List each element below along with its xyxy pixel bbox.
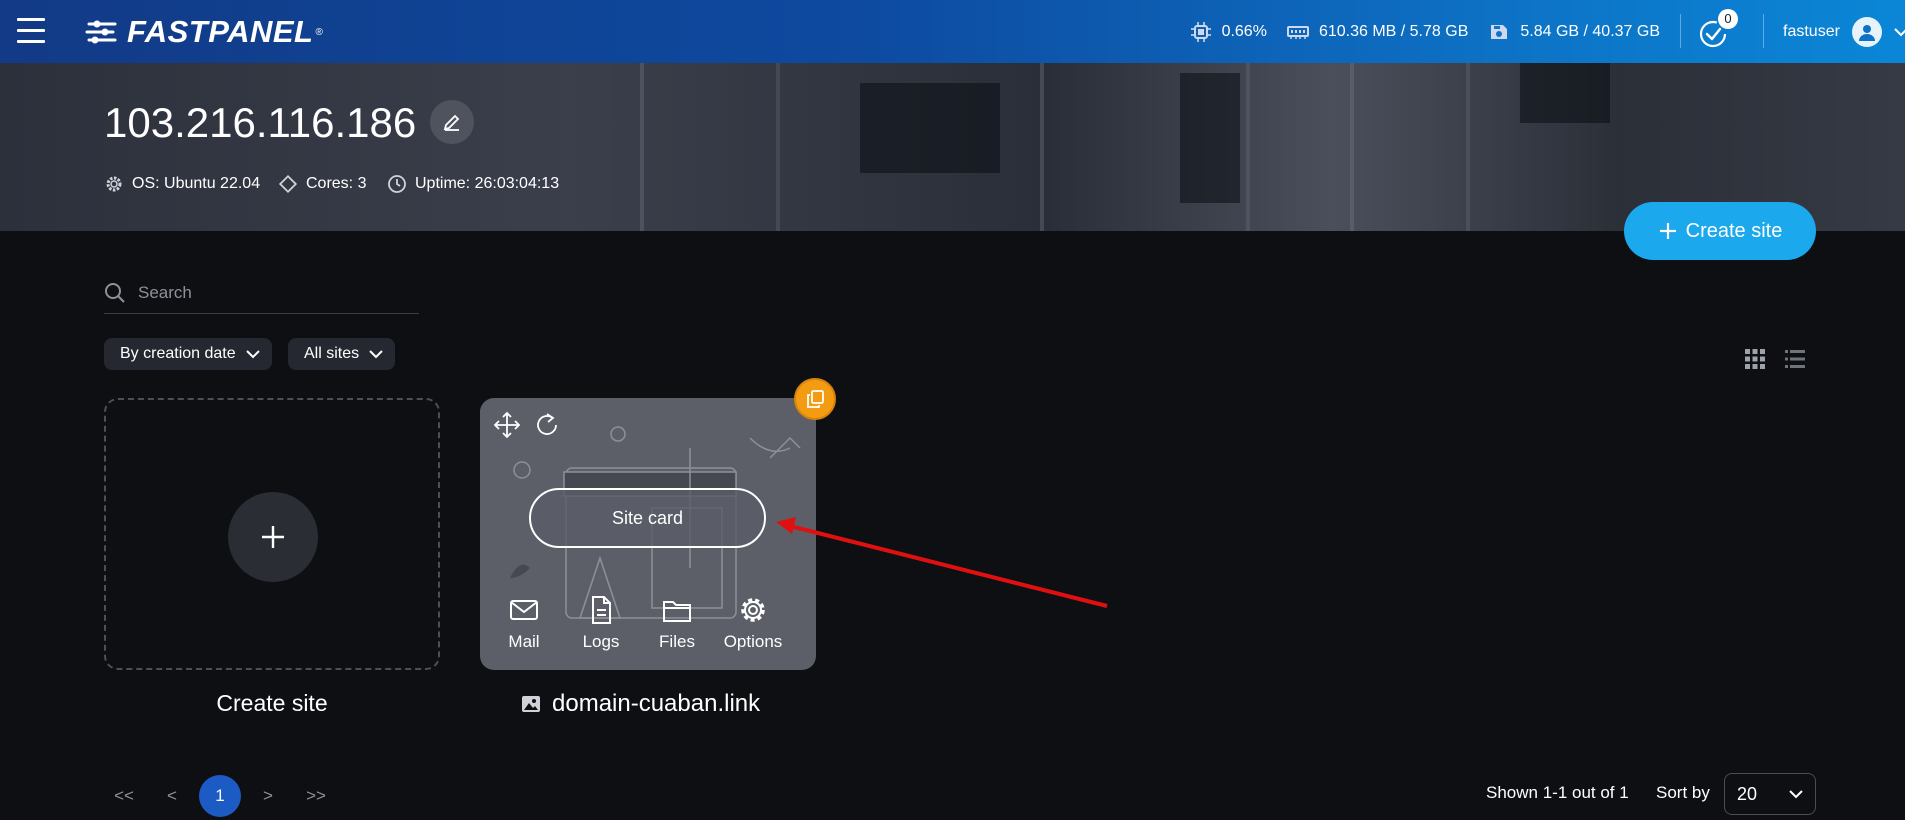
os-info: OS: Ubuntu 22.04 — [104, 174, 260, 194]
mail-action[interactable]: Mail — [489, 594, 559, 652]
prev-page-button[interactable]: < — [148, 786, 196, 806]
server-ip: 103.216.116.186 — [104, 99, 417, 146]
logs-label: Logs — [582, 632, 620, 651]
cpu-value: 0.66% — [1221, 22, 1267, 40]
os-label: OS: Ubuntu 22.04 — [132, 175, 261, 192]
files-action[interactable]: Files — [642, 594, 712, 652]
page-size-select[interactable]: 20 — [1724, 773, 1816, 815]
gear-icon — [106, 176, 122, 192]
disk-value: 5.84 GB / 40.37 GB — [1520, 22, 1660, 40]
image-icon — [522, 696, 540, 712]
add-site-button[interactable] — [228, 492, 318, 582]
disk-icon — [1491, 24, 1508, 39]
create-site-label: Create site — [1685, 219, 1783, 242]
cpu-diamond-icon — [278, 174, 298, 194]
annotation-arrow — [776, 517, 1108, 608]
sort-filter-label: By creation date — [120, 345, 236, 362]
options-action[interactable]: Options — [718, 594, 788, 652]
page-size-value: 20 — [1737, 783, 1758, 804]
ram-value: 610.36 MB / 5.78 GB — [1318, 22, 1469, 40]
divider — [1680, 14, 1681, 48]
resource-stats: 0.66% 610.36 MB / 5.78 GB 5.84 GB / 40.3… — [1190, 0, 1660, 63]
open-site-card-button[interactable]: Site card — [529, 488, 766, 548]
folder-icon — [663, 601, 691, 622]
next-page-button[interactable]: > — [244, 786, 292, 806]
mail-icon — [510, 600, 538, 620]
chevron-down-icon — [1789, 790, 1803, 799]
hero-background-decor — [640, 63, 780, 231]
copy-icon — [807, 390, 824, 408]
cpu-icon — [1190, 21, 1211, 42]
shown-count: Shown 1-1 out of 1 — [1486, 783, 1629, 802]
mail-label: Mail — [508, 632, 540, 651]
menu-icon[interactable] — [17, 18, 45, 44]
last-page-button[interactable]: >> — [292, 786, 340, 806]
cores-info: Cores: 3 — [278, 174, 366, 194]
hero-background-decor — [1180, 73, 1240, 203]
search-input[interactable] — [138, 282, 398, 303]
brand-registered: ® — [315, 26, 323, 38]
user-menu[interactable]: fastuser — [1783, 0, 1905, 63]
plus-icon — [1659, 223, 1676, 239]
chevron-down-icon — [245, 350, 260, 359]
sort-filter-dropdown[interactable]: By creation date — [104, 338, 272, 370]
pagination: << < 1 > >> — [100, 775, 340, 817]
plus-icon — [262, 526, 284, 548]
user-icon — [1858, 24, 1875, 41]
move-icon[interactable] — [492, 410, 522, 440]
gear-icon — [741, 598, 765, 622]
notification-count: 0 — [1718, 9, 1738, 29]
memory-icon — [1286, 25, 1309, 39]
search-box — [104, 272, 419, 314]
logo-mark-icon — [85, 20, 117, 44]
scope-filter-dropdown[interactable]: All sites — [288, 338, 396, 370]
top-bar: FASTPANEL ® 0.66% 610.36 MB / 5.78 GB 5.… — [0, 0, 1905, 63]
ram-stat: 610.36 MB / 5.78 GB — [1286, 21, 1469, 43]
cpu-stat: 0.66% — [1190, 21, 1267, 43]
create-site-caption: Create site — [216, 690, 328, 716]
uptime-label: Uptime: 26:03:04:13 — [415, 175, 560, 192]
cores-label: Cores: 3 — [306, 175, 367, 192]
site-name: domain-cuaban.link — [552, 690, 761, 717]
hero-background-decor — [1520, 63, 1610, 123]
notifications-button[interactable]: 0 — [1697, 9, 1738, 50]
username: fastuser — [1783, 22, 1840, 40]
create-site-card[interactable] — [104, 398, 440, 670]
options-label: Options — [723, 632, 783, 651]
clock-icon — [388, 175, 406, 193]
first-page-button[interactable]: << — [100, 786, 148, 806]
create-site-button[interactable]: Create site — [1624, 202, 1816, 260]
disk-stat: 5.84 GB / 40.37 GB — [1488, 21, 1660, 43]
search-icon — [105, 282, 125, 303]
uptime-info: Uptime: 26:03:04:13 — [387, 174, 559, 194]
refresh-icon[interactable] — [532, 410, 562, 440]
scope-filter-label: All sites — [304, 345, 360, 362]
site-card-label: Site card — [611, 507, 684, 528]
logs-action[interactable]: Logs — [566, 594, 636, 652]
server-header — [0, 63, 1905, 231]
site-name-link[interactable]: domain-cuaban.link — [520, 690, 760, 718]
sort-by-label: Sort by — [1656, 783, 1710, 802]
divider — [1763, 14, 1764, 48]
document-icon — [592, 596, 611, 624]
brand-logo[interactable]: FASTPANEL ® — [85, 14, 323, 50]
list-view-icon[interactable] — [1784, 348, 1806, 370]
hero-background-decor — [860, 83, 1000, 173]
chevron-down-icon — [369, 350, 383, 359]
hero-background-decor — [1350, 63, 1470, 231]
edit-server-name-button[interactable] — [430, 100, 474, 144]
brand-name: FASTPANEL — [127, 14, 314, 49]
site-card: Site card Mail Logs Files Options — [480, 398, 816, 670]
files-label: Files — [659, 632, 695, 651]
grid-view-icon[interactable] — [1744, 348, 1766, 370]
avatar — [1851, 16, 1882, 47]
copy-site-button[interactable] — [794, 378, 836, 420]
chevron-down-icon — [1894, 27, 1905, 36]
current-page-button[interactable]: 1 — [199, 775, 241, 817]
pencil-icon — [443, 114, 460, 131]
